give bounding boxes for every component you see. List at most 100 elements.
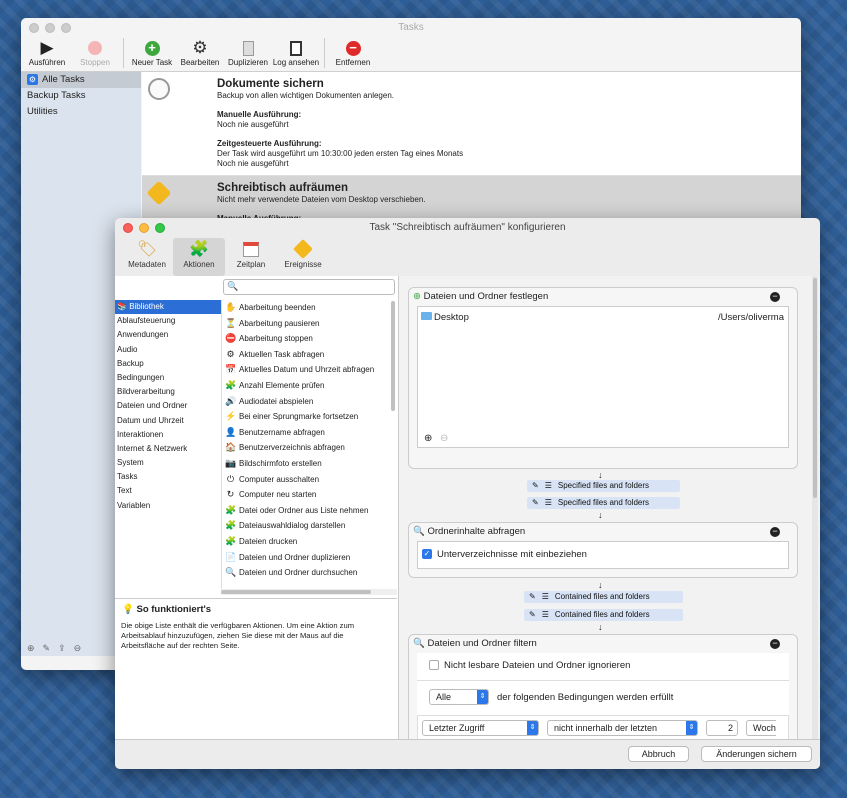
condition-unit-select[interactable]: Woch [746,720,776,736]
category-item[interactable]: Variablen [115,499,221,513]
new-task-button[interactable]: + Neuer Task [128,38,176,67]
action-item[interactable]: 📅 Aktuelles Datum und Uhrzeit abfragen [222,362,397,378]
close-button[interactable] [29,23,39,33]
remove-file-icon[interactable]: ⊖ [440,433,448,444]
action-item[interactable]: ⚙ Aktuellen Task abfragen [222,347,397,363]
task-item[interactable]: Dokumente sichern Backup von allen wicht… [142,72,801,176]
delete-icon[interactable]: ⊖ [74,643,82,654]
sidebar-item-label: Utilities [27,106,58,117]
stop-button[interactable]: Stoppen [71,38,119,67]
variable-token[interactable]: ✎ ☰ Specified files and folders [527,480,680,492]
tab-ereignisse[interactable]: Ereignisse [277,238,329,276]
close-button[interactable] [123,223,133,233]
collapse-icon[interactable]: − [770,527,780,537]
collapse-icon[interactable]: − [770,639,780,649]
action-item[interactable]: 🧩 Datei oder Ordner aus Liste nehmen [222,503,397,519]
run-button[interactable]: ▶ Ausführen [23,38,71,67]
include-subfolders-label: Unterverzeichnisse mit einbeziehen [437,549,587,560]
minimize-button[interactable] [45,23,55,33]
match-select[interactable]: Alle ⇕ [429,689,489,705]
tab-label: Metadaten [128,260,166,269]
tab-aktionen[interactable]: 🧩 Aktionen [173,238,225,276]
category-label: System [117,458,144,468]
sidebar-item-backup-tasks[interactable]: Backup Tasks [21,88,141,104]
stop-label: Stoppen [80,58,110,67]
action-item[interactable]: 🧩 Anzahl Elemente prüfen [222,378,397,394]
match-select-value: Alle [436,692,452,702]
config-titlebar: Task "Schreibtisch aufräumen" konfigurie… [115,218,820,238]
action-item[interactable]: 👤 Benutzername abfragen [222,425,397,441]
add-file-icon[interactable]: ⊕ [424,433,432,444]
action-item[interactable]: 🧩 Dateiauswahldialog darstellen [222,518,397,534]
condition-value-input[interactable]: 2 [706,720,738,736]
duplicate-button[interactable]: Duplizieren [224,38,272,67]
share-icon[interactable]: ⇪ [58,643,66,654]
sidebar-item-utilities[interactable]: Utilities [21,104,141,120]
category-item[interactable]: Ablaufsteuerung [115,314,221,328]
file-name: Desktop [434,312,469,323]
zoom-button[interactable] [61,23,71,33]
action-item[interactable]: 🔊 Audiodatei abspielen [222,394,397,410]
action-block-set-files[interactable]: ⊕ Dateien und Ordner festlegen − Desktop … [408,287,798,469]
sidebar-item-all-tasks[interactable]: ⚙ Alle Tasks [21,72,141,88]
sidebar-item-label: Backup Tasks [27,90,86,101]
condition-operator-select[interactable]: nicht innerhalb der letzten ⇕ [547,720,698,736]
category-item[interactable]: Backup [115,357,221,371]
category-item[interactable]: Interaktionen [115,428,221,442]
action-block-filter[interactable]: 🔍 Dateien und Ordner filtern − Nicht lesb… [408,634,798,739]
add-icon[interactable]: ⊕ [27,643,35,654]
tab-label: Zeitplan [236,260,266,269]
category-item[interactable]: Internet & Netzwerk [115,442,221,456]
category-item[interactable]: System [115,456,221,470]
include-subfolders-checkbox[interactable]: ✓ [422,549,432,560]
action-icon: 🔊 [225,395,237,406]
zoom-button[interactable] [155,223,165,233]
action-item[interactable]: ⛔ Abarbeitung stoppen [222,331,397,347]
canvas-scrollbar[interactable] [812,276,818,739]
variable-token[interactable]: ✎ ☰ Contained files and folders [524,591,683,603]
action-item[interactable]: ⚡ Bei einer Sprungmarke fortsetzen [222,409,397,425]
action-search-input[interactable]: 🔍 [223,279,395,295]
action-item[interactable]: 📄 Dateien und Ordner duplizieren [222,550,397,566]
remove-button[interactable]: − Entfernen [329,38,377,67]
action-list-scrollbar[interactable] [391,301,395,411]
condition-field-select[interactable]: Letzter Zugriff ⇕ [422,720,539,736]
action-item[interactable]: ✋ Abarbeitung beenden [222,300,397,316]
action-item[interactable]: 🧩 Dateien drucken [222,534,397,550]
category-item[interactable]: Bildverarbeitung [115,385,221,399]
action-list-hscrollbar[interactable] [221,589,397,595]
tab-zeitplan[interactable]: Zeitplan [225,238,277,276]
edit-button[interactable]: ⚙ Bearbeiten [176,38,224,67]
edit-icon[interactable]: ✎ [43,643,51,654]
cancel-button[interactable]: Abbruch [628,746,689,762]
save-changes-button[interactable]: Änderungen sichern [701,746,812,762]
action-item[interactable]: ⏻ Computer ausschalten [222,472,397,488]
action-icon: 👤 [225,426,237,437]
action-item[interactable]: 📷 Bildschirmfoto erstellen [222,456,397,472]
category-item[interactable]: Bedingungen [115,371,221,385]
action-item[interactable]: 🔍 Dateien und Ordner durchsuchen [222,565,397,581]
variable-token[interactable]: ✎ ☰ Specified files and folders [527,497,680,509]
file-item[interactable]: Desktop [421,312,469,323]
category-item[interactable]: Anwendungen [115,328,221,342]
action-icon: ⏳ [225,317,237,328]
category-item[interactable]: Dateien und Ordner [115,399,221,413]
tab-metadaten[interactable]: 🏷 Metadaten [121,238,173,276]
action-label: Aktuellen Task abfragen [239,349,325,359]
action-block-folder-contents[interactable]: 🔍 Ordnerinhalte abfragen − ✓ Unterverzeich… [408,522,798,578]
variable-token[interactable]: ✎ ☰ Contained files and folders [524,609,683,621]
log-button[interactable]: Log ansehen [272,38,320,67]
category-item[interactable]: Datum und Uhrzeit [115,414,221,428]
action-item[interactable]: ↻ Computer neu starten [222,487,397,503]
category-item[interactable]: Audio [115,343,221,357]
manual-run-value: Noch nie ausgeführt [217,120,289,129]
action-item[interactable]: 🏠 Benutzerverzeichnis abfragen [222,440,397,456]
action-item[interactable]: ⏳ Abarbeitung pausieren [222,316,397,332]
category-item[interactable]: 📚 Bibliothek [115,300,221,315]
category-label: Datum und Uhrzeit [117,415,184,425]
minimize-button[interactable] [139,223,149,233]
ignore-unreadable-checkbox[interactable] [429,660,439,671]
collapse-icon[interactable]: − [770,292,780,302]
category-item[interactable]: Text [115,484,221,498]
category-item[interactable]: Tasks [115,470,221,484]
